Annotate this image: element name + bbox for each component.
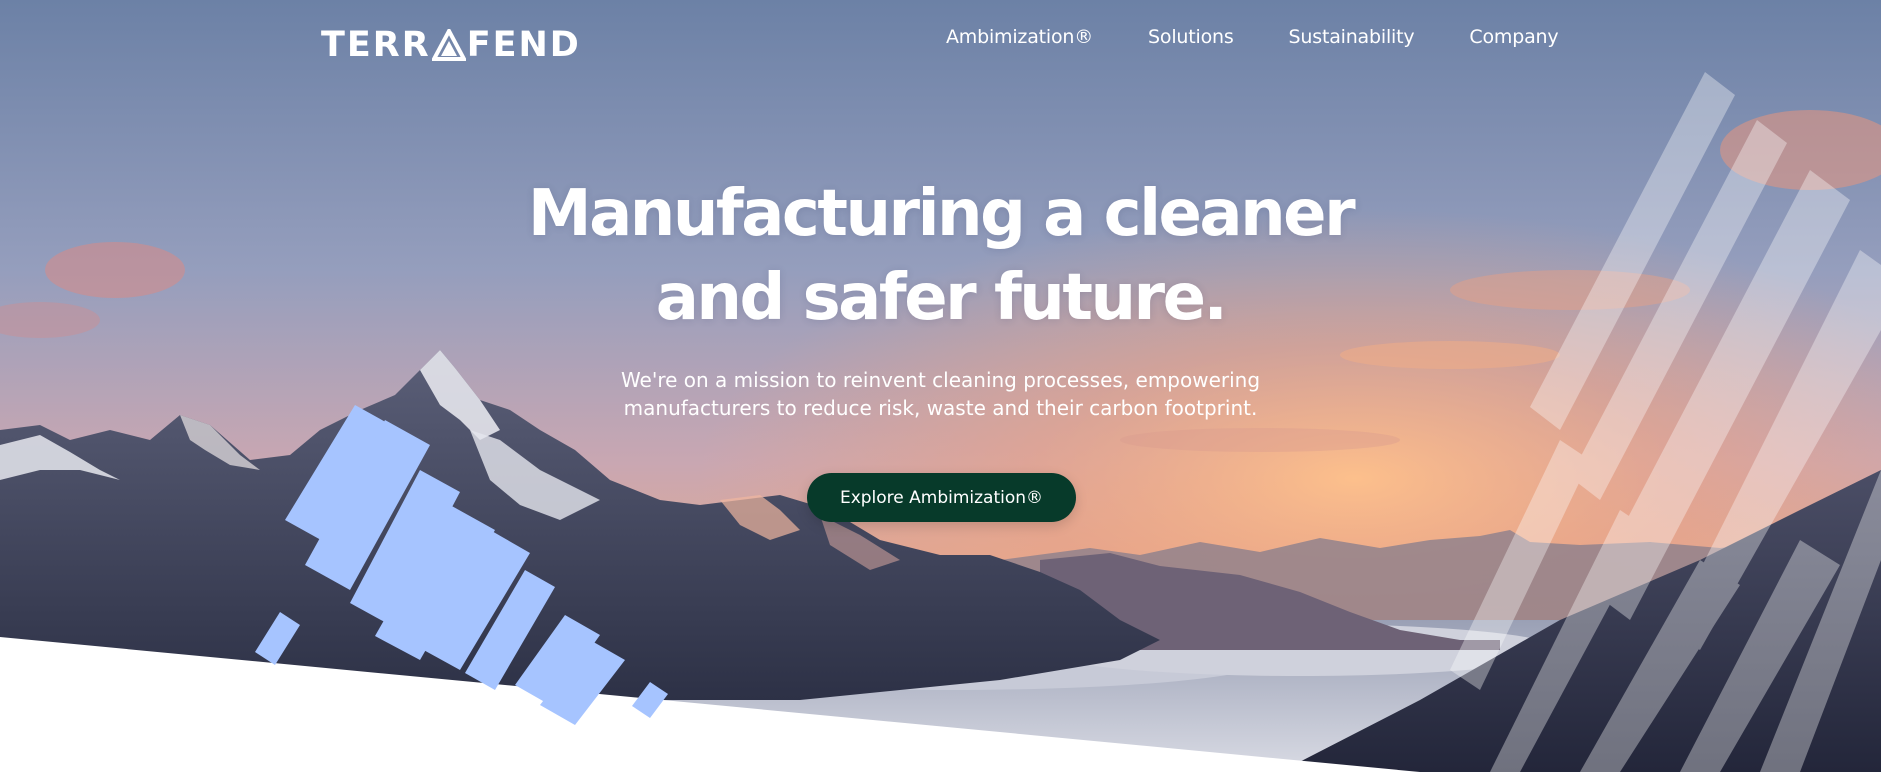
top-navigation: TERR FEND Ambimization® Solutions Sustai… (0, 0, 1881, 90)
triangle-a-mark-icon (431, 29, 466, 61)
hero-subheading: We're on a mission to reinvent cleaning … (0, 366, 1881, 422)
nav-links: Ambimization® Solutions Sustainability C… (946, 26, 1559, 48)
hero-subheading-line1: We're on a mission to reinvent cleaning … (620, 368, 1261, 392)
hero-subheading-line2: manufacturers to reduce risk, waste and … (623, 396, 1258, 420)
nav-item-ambimization[interactable]: Ambimization® (946, 26, 1093, 48)
nav-item-sustainability[interactable]: Sustainability (1289, 26, 1415, 48)
brand-name-part1: TERR (321, 25, 431, 65)
hero-headline: Manufacturing a cleaner and safer future… (0, 172, 1881, 340)
explore-ambimization-button[interactable]: Explore Ambimization® (807, 473, 1076, 522)
hero-headline-line2: and safer future. (655, 261, 1228, 335)
brand-name-part2: FEND (466, 25, 581, 65)
hero-section: TERR FEND Ambimization® Solutions Sustai… (0, 0, 1881, 772)
brand-logo[interactable]: TERR FEND (321, 25, 581, 65)
nav-item-company[interactable]: Company (1469, 26, 1558, 48)
nav-item-solutions[interactable]: Solutions (1148, 26, 1234, 48)
hero-headline-line1: Manufacturing a cleaner (527, 177, 1356, 251)
